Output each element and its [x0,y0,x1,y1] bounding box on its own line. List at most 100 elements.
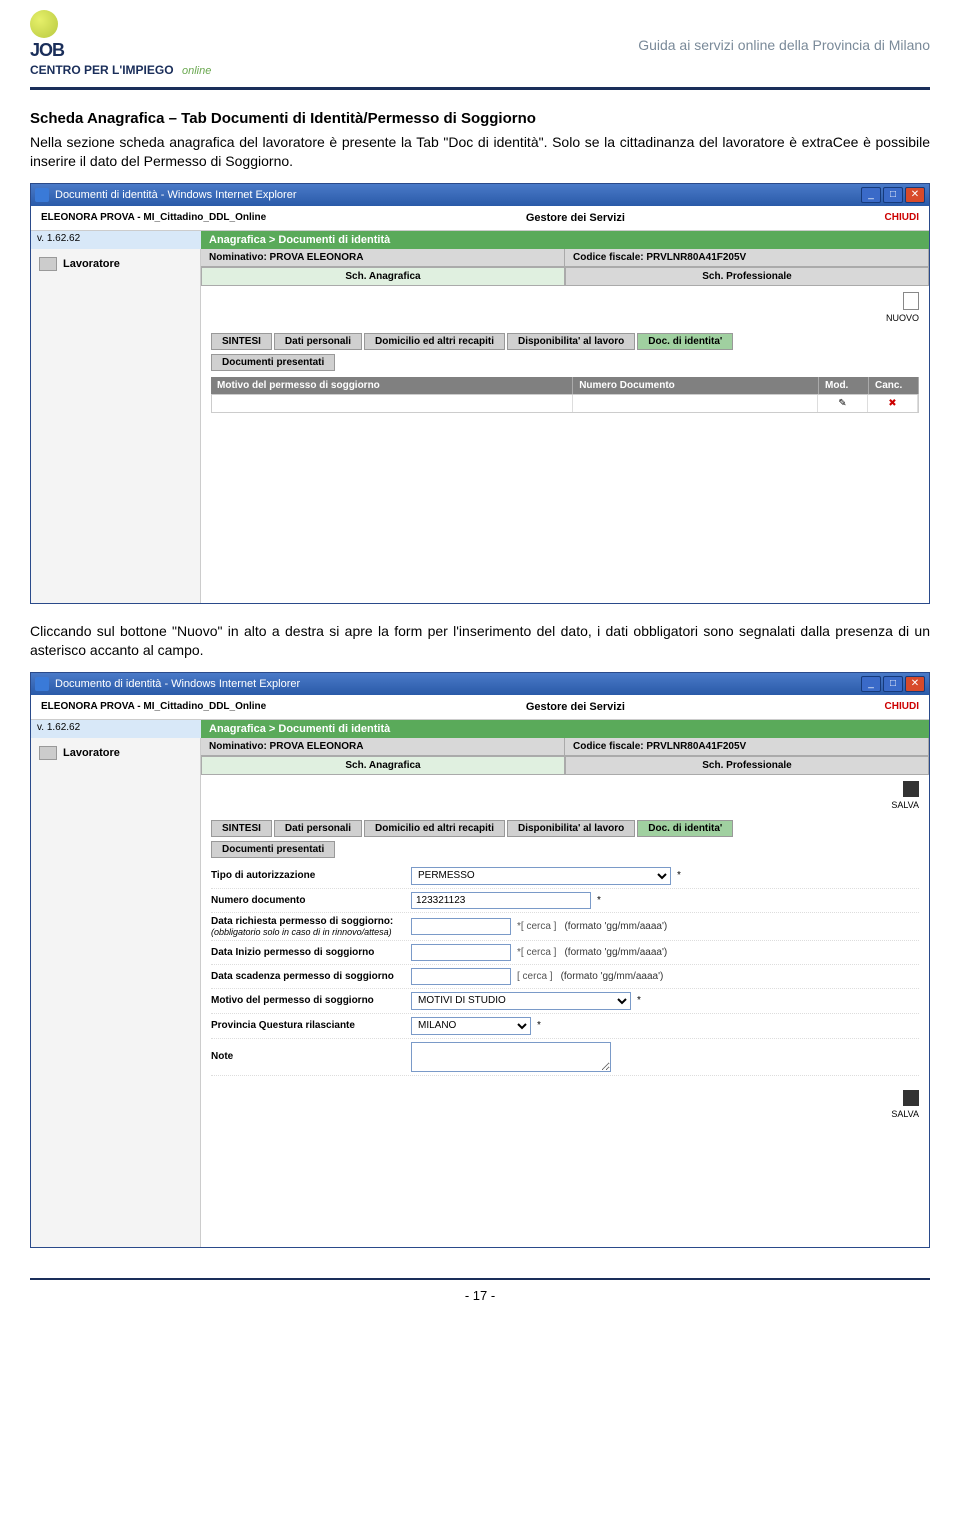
input-data-richiesta[interactable] [411,918,511,935]
chiudi-link-2[interactable]: CHIUDI [885,701,919,712]
td-motivo [212,395,573,412]
table-row: ✎ ✖ [211,394,919,413]
subtab-documenti-presentati[interactable]: Documenti presentati [211,354,335,371]
table-header: Motivo del permesso di soggiorno Numero … [211,377,919,394]
page-number: - 17 - [0,1288,960,1323]
asterisk: * [637,995,641,1006]
hint-2: (formato 'gg/mm/aaaa') [564,947,667,958]
sidebar-item-lavoratore[interactable]: Lavoratore [37,253,194,275]
sidebar-item-lavoratore-2[interactable]: Lavoratore [37,742,194,764]
label-data-richiesta: Data richiesta permesso di soggiorno: (o… [211,916,411,937]
logo-online: online [182,65,211,77]
page-header: JOB CENTRO PER L'IMPIEGO online Guida ai… [0,0,960,87]
textarea-note[interactable] [411,1042,611,1072]
td-numero [573,395,818,412]
asterisk: * [537,1020,541,1031]
cerca-link-1[interactable]: *[ cerca ] [517,921,556,932]
subtab-doc-identita-2[interactable]: Doc. di identita' [637,820,733,837]
th-numero: Numero Documento [573,377,819,394]
version-label-2: v. 1.62.62 [31,720,201,738]
th-mod: Mod. [819,377,869,394]
tab-sch-anagrafica[interactable]: Sch. Anagrafica [201,267,565,286]
breadcrumb-2: Anagrafica > Documenti di identità [201,720,929,738]
subtab-documenti-presentati-2[interactable]: Documenti presentati [211,841,335,858]
tab-sch-professionale-2[interactable]: Sch. Professionale [565,756,929,775]
label-motivo: Motivo del permesso di soggiorno [211,995,411,1006]
salva-button[interactable]: SALVA [211,1109,919,1119]
nominativo-label-2: Nominativo: PROVA ELEONORA [201,738,565,755]
label-provincia: Provincia Questura rilasciante [211,1020,411,1031]
subtab-dati-personali[interactable]: Dati personali [274,333,362,350]
tab-sch-professionale[interactable]: Sch. Professionale [565,267,929,286]
footer-rule [30,1278,930,1280]
select-provincia[interactable]: MILANO [411,1017,531,1035]
maximize-button[interactable]: □ [883,187,903,203]
window-title-2: Documento di identità - Windows Internet… [55,678,300,690]
label-data-inizio: Data Inizio permesso di soggiorno [211,947,411,958]
subtab-dati-personali-2[interactable]: Dati personali [274,820,362,837]
input-data-scadenza[interactable] [411,968,511,985]
edit-icon[interactable]: ✎ [818,395,868,412]
save-icon[interactable] [903,1090,919,1106]
header-right-text: Guida ai servizi online della Provincia … [638,37,930,53]
hint-3: (formato 'gg/mm/aaaa') [561,971,664,982]
empty-area [211,413,919,593]
input-data-inizio[interactable] [411,944,511,961]
window-title: Documenti di identità - Windows Internet… [55,189,297,201]
minimize-button[interactable]: _ [861,676,881,692]
sidebar: Lavoratore [31,249,201,603]
close-button[interactable]: ✕ [905,187,925,203]
asterisk: * [597,895,601,906]
nuovo-button[interactable]: NUOVO [211,313,919,323]
logo-sub: CENTRO PER L'IMPIEGO [30,63,174,77]
document-content: Scheda Anagrafica – Tab Documenti di Ide… [0,110,960,1248]
empty-area-2 [201,1127,929,1247]
subtab-doc-identita[interactable]: Doc. di identita' [637,333,733,350]
ie-icon [35,677,49,691]
header-rule [30,87,930,90]
sidebar-label-2: Lavoratore [63,747,120,759]
hint-1: (formato 'gg/mm/aaaa') [564,921,667,932]
cerca-link-2[interactable]: *[ cerca ] [517,947,556,958]
ie-titlebar: Documenti di identità - Windows Internet… [31,184,929,206]
select-motivo[interactable]: MOTIVI DI STUDIO [411,992,631,1010]
subtab-domicilio-2[interactable]: Domicilio ed altri recapiti [364,820,505,837]
close-button[interactable]: ✕ [905,676,925,692]
codice-fiscale-label-2: Codice fiscale: PRVLNR80A41F205V [565,738,929,755]
salva-button-top[interactable]: SALVA [211,800,919,810]
sidebar-2: Lavoratore [31,738,201,1247]
nuovo-icon[interactable] [903,292,919,310]
form-area: Tipo di autorizzazione PERMESSO * Numero… [211,864,919,1076]
delete-icon[interactable]: ✖ [868,395,918,412]
version-label: v. 1.62.62 [31,231,201,249]
paragraph-2: Cliccando sul bottone "Nuovo" in alto a … [30,622,930,660]
subtab-disponibilita[interactable]: Disponibilita' al lavoro [507,333,635,350]
label-numero: Numero documento [211,895,411,906]
logo-ball-icon [30,10,58,38]
breadcrumb: Anagrafica > Documenti di identità [201,231,929,249]
maximize-button[interactable]: □ [883,676,903,692]
label-tipo: Tipo di autorizzazione [211,870,411,881]
asterisk: * [677,870,681,881]
input-numero[interactable] [411,892,591,909]
th-canc: Canc. [869,377,919,394]
subtab-sintesi-2[interactable]: SINTESI [211,820,272,837]
codice-fiscale-label: Codice fiscale: PRVLNR80A41F205V [565,249,929,266]
tab-sch-anagrafica-2[interactable]: Sch. Anagrafica [201,756,565,775]
chiudi-link[interactable]: CHIUDI [885,212,919,223]
minimize-button[interactable]: _ [861,187,881,203]
nominativo-label: Nominativo: PROVA ELEONORA [201,249,565,266]
subtab-domicilio[interactable]: Domicilio ed altri recapiti [364,333,505,350]
subtab-sintesi[interactable]: SINTESI [211,333,272,350]
sidebar-label: Lavoratore [63,258,120,270]
user-info: ELEONORA PROVA - MI_Cittadino_DDL_Online [41,212,266,223]
cerca-link-3[interactable]: [ cerca ] [517,971,553,982]
gestore-title-2: Gestore dei Servizi [526,701,625,713]
select-tipo[interactable]: PERMESSO [411,867,671,885]
folder-icon [39,257,57,271]
save-icon-top[interactable] [903,781,919,797]
section-title: Scheda Anagrafica – Tab Documenti di Ide… [30,110,930,127]
subtab-disponibilita-2[interactable]: Disponibilita' al lavoro [507,820,635,837]
paragraph-1: Nella sezione scheda anagrafica del lavo… [30,133,930,171]
ie-titlebar-2: Documento di identità - Windows Internet… [31,673,929,695]
